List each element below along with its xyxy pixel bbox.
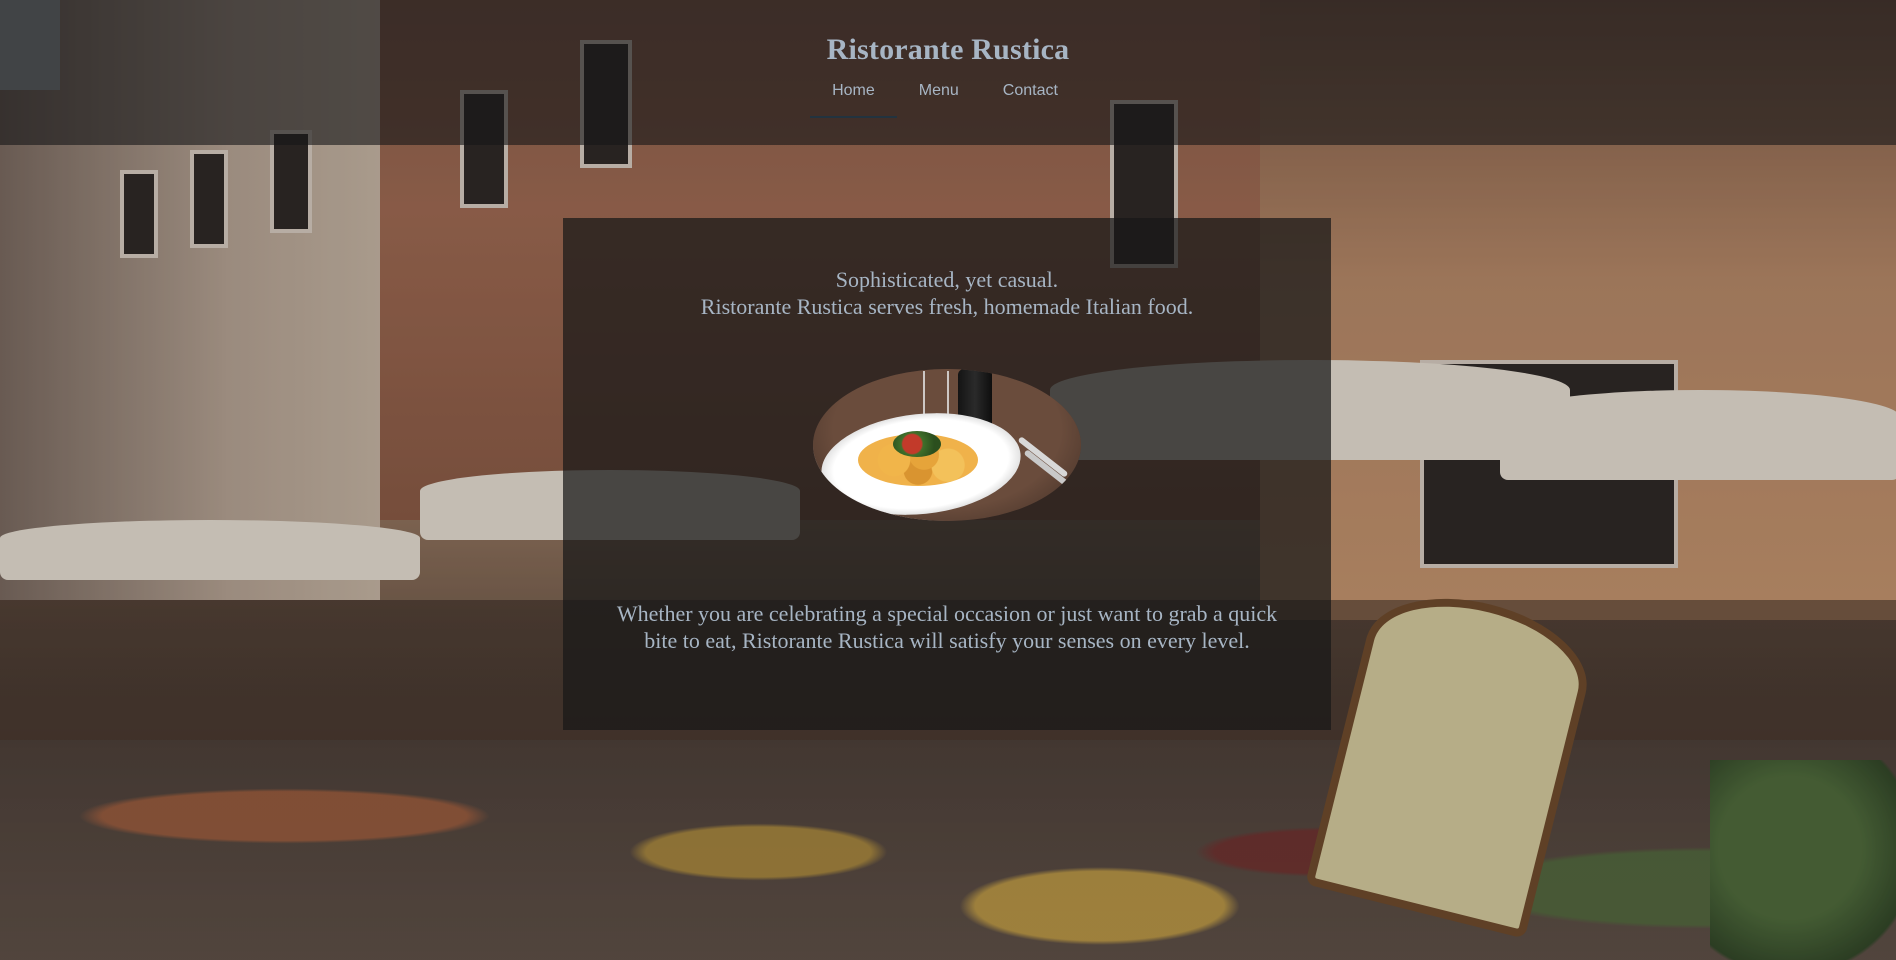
content-panel: Sophisticated, yet casual. Ristorante Ru… <box>563 218 1331 730</box>
pasta-dish-image <box>813 369 1081 521</box>
main-nav: Home Menu Contact <box>0 82 1896 118</box>
tagline-line-1: Sophisticated, yet casual. <box>835 267 1059 292</box>
garnish <box>893 431 941 457</box>
nav-item-contact[interactable]: Contact <box>981 82 1080 118</box>
nav-item-home[interactable]: Home <box>810 82 897 118</box>
nav-item-menu[interactable]: Menu <box>897 82 981 118</box>
site-header: Ristorante Rustica Home Menu Contact <box>0 0 1896 145</box>
description-text: Whether you are celebrating a special oc… <box>616 601 1278 653</box>
site-title: Ristorante Rustica <box>826 33 1070 66</box>
tagline-line-2: Ristorante Rustica serves fresh, homemad… <box>700 294 1194 319</box>
tagline: Sophisticated, yet casual. Ristorante Ru… <box>563 266 1331 320</box>
